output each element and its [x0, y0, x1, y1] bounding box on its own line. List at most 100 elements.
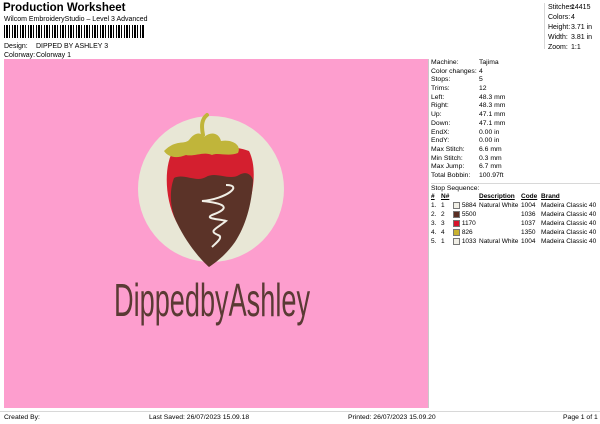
- thread-description: [479, 219, 521, 228]
- detail-row: EndY: 0.00 in: [431, 137, 600, 146]
- stat-value: 14415: [571, 4, 591, 11]
- detail-label: Total Bobbin:: [431, 171, 471, 179]
- thread-code: 1036: [521, 210, 536, 218]
- table-row: 1. 1 5884 Natural White 1004 Madeira Cla…: [431, 201, 599, 210]
- thread-brand: Madeira Classic 40: [541, 201, 597, 209]
- column-header: #: [431, 192, 435, 200]
- row-index: 3.: [431, 220, 437, 228]
- table-row: 3. 3 1170 1037 Madeira Classic 40: [431, 219, 599, 228]
- color-swatch: [453, 210, 460, 218]
- detail-label: Up:: [431, 111, 442, 119]
- thread-code: 1004: [521, 238, 536, 246]
- detail-value: 5: [479, 76, 483, 84]
- detail-label: Right:: [431, 102, 449, 110]
- stat-value: 3.71 in: [571, 24, 593, 31]
- color-swatch: [453, 238, 460, 246]
- needle-number: 4: [441, 229, 445, 237]
- detail-value: 6.7 mm: [479, 163, 502, 171]
- app-subtitle: Wilcom EmbroideryStudio – Level 3 Advanc…: [4, 16, 148, 23]
- detail-value: Tajima: [479, 59, 499, 66]
- detail-row: Right: 48.3 mm: [431, 102, 600, 111]
- detail-label: Max Jump:: [431, 163, 465, 171]
- details-panel: Machine: Tajima Color changes: 4 Stops: 5 T…: [431, 59, 600, 408]
- detail-label: Trims:: [431, 85, 450, 93]
- detail-label: Max Stitch:: [431, 145, 465, 153]
- color-cell: 1170: [453, 219, 479, 228]
- stat-label: Height:: [548, 24, 571, 31]
- thread-description: Natural White: [479, 201, 519, 209]
- detail-value: 6.6 mm: [479, 145, 502, 153]
- embroidery-design: DippedbyAshley: [114, 113, 310, 326]
- stat-row: Zoom: 1:1: [545, 43, 600, 53]
- color-swatch: [453, 219, 460, 227]
- detail-label: Min Stitch:: [431, 154, 463, 162]
- thread-number: 5884: [461, 201, 477, 209]
- thread-brand: Madeira Classic 40: [541, 229, 597, 237]
- detail-label: EndY:: [431, 137, 450, 145]
- barcode: [4, 25, 144, 38]
- detail-value: 47.1 mm: [479, 111, 506, 119]
- colorway-meta: Colorway:Colorway 1: [4, 52, 71, 59]
- thread-brand: Madeira Classic 40: [541, 220, 597, 228]
- row-index: 2.: [431, 210, 437, 218]
- detail-row: Max Stitch: 6.6 mm: [431, 146, 600, 155]
- stat-value: 3.81 in: [571, 34, 593, 41]
- created-by: Created By:: [4, 414, 40, 421]
- stop-sequence-table: # N# Description Code Brand 1. 1 5884 Na…: [431, 192, 599, 247]
- stat-row: Stitches: 14415: [545, 3, 600, 13]
- thread-description: [479, 228, 521, 237]
- top-stats: Stitches: 14415 Colors: 4 Height: 3.71 in W…: [544, 3, 600, 51]
- colorway-label: Colorway:: [4, 52, 36, 59]
- design-text: DippedbyAshley: [114, 274, 310, 326]
- color-swatch: [453, 229, 460, 237]
- thread-number: 826: [461, 229, 473, 237]
- stat-row: Height: 3.71 in: [545, 23, 600, 33]
- detail-value: 12: [479, 85, 487, 93]
- stat-value: 4: [571, 14, 575, 21]
- column-header: N#: [441, 192, 450, 200]
- thread-code: 1004: [521, 201, 536, 209]
- thread-number: 5500: [461, 211, 477, 219]
- page-number: Page 1 of 1: [563, 414, 598, 421]
- row-index: 5.: [431, 238, 437, 246]
- table-header-row: # N# Description Code Brand: [431, 192, 599, 201]
- detail-label: Color changes:: [431, 67, 477, 75]
- printed-date: Printed: 26/07/2023 15.09.20: [348, 414, 436, 421]
- detail-value: 0.00 in: [479, 137, 500, 145]
- detail-label: Machine:: [431, 59, 459, 66]
- thread-brand: Madeira Classic 40: [541, 210, 597, 218]
- column-header: Description: [479, 192, 515, 200]
- detail-value: 48.3 mm: [479, 93, 506, 101]
- detail-value: 48.3 mm: [479, 102, 506, 110]
- thread-description: [479, 210, 521, 219]
- color-cell: 826: [453, 228, 479, 237]
- thread-number: 1170: [461, 220, 476, 228]
- detail-value: 4: [479, 67, 483, 75]
- detail-row: Machine: Tajima: [431, 59, 600, 68]
- color-cell: 1033: [453, 237, 479, 246]
- detail-value: 0.00 in: [479, 128, 500, 136]
- column-header: Brand: [541, 192, 560, 200]
- stat-label: Colors:: [548, 14, 571, 21]
- detail-row: Min Stitch: 0.3 mm: [431, 155, 600, 164]
- design-value: DIPPED BY ASHLEY 3: [36, 43, 109, 50]
- color-cell: 5500: [453, 210, 479, 219]
- thread-number: 1033: [461, 238, 477, 246]
- needle-number: 1: [441, 201, 445, 209]
- needle-number: 3: [441, 220, 445, 228]
- thread-description: Natural White: [479, 238, 519, 246]
- stat-row: Width: 3.81 in: [545, 33, 600, 43]
- row-index: 1.: [431, 201, 437, 209]
- detail-row: Left: 48.3 mm: [431, 94, 600, 103]
- detail-row: Up: 47.1 mm: [431, 111, 600, 120]
- detail-row: Trims: 12: [431, 85, 600, 94]
- stat-label: Zoom:: [548, 44, 568, 51]
- detail-label: Left:: [431, 93, 445, 101]
- row-index: 4.: [431, 229, 437, 237]
- color-swatch: [453, 201, 460, 209]
- detail-row: Max Jump: 6.7 mm: [431, 163, 600, 172]
- colorway-value: Colorway 1: [36, 52, 72, 59]
- detail-value: 47.1 mm: [479, 119, 506, 127]
- stat-label: Width:: [548, 34, 568, 41]
- page-title: Production Worksheet: [3, 2, 126, 14]
